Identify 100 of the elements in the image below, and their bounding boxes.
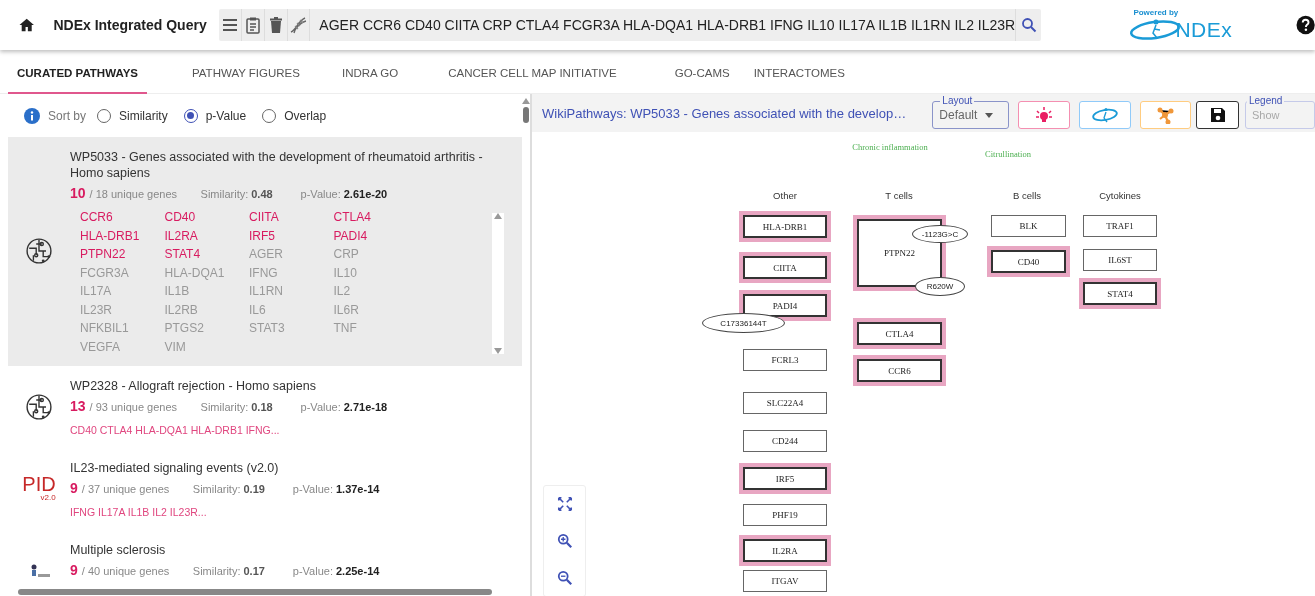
zoom-out-button[interactable]	[556, 569, 573, 586]
gene-name: NFKBIL1	[80, 321, 130, 335]
circuit-globe-icon	[25, 392, 53, 421]
similarity-label: Similarity:	[200, 188, 249, 200]
result-item[interactable]: Multiple sclerosis 9 / 40 unique genes Similarity: 0.17 p-Value: 2.25e-14	[8, 529, 522, 589]
sort-radio[interactable]: Overlap	[262, 108, 327, 123]
similarity-value: 0.19	[243, 482, 265, 495]
gene-total: / 93 unique genes	[89, 400, 179, 413]
sort-radio[interactable]: p-Value	[183, 108, 247, 123]
bulb-icon	[1035, 106, 1054, 124]
clipboard-icon	[244, 16, 262, 34]
info-icon[interactable]	[24, 107, 40, 124]
p-value: 2.71e-18	[343, 400, 388, 413]
result-item[interactable]: PID v2.0 IL23-mediated signaling events (v2.0) 9 / 37 unique genes Similarity: 0.19 p-Value: 1.37e-14 IFNG IL17A IL1B IL2 IL23R...	[8, 447, 522, 530]
sort-radio[interactable]: Similarity	[97, 108, 168, 123]
tab[interactable]: CURATED PATHWAYS	[8, 53, 147, 94]
gene-node[interactable]: FCRL3	[743, 349, 827, 371]
tab[interactable]: INTERACTOMES	[744, 53, 854, 94]
matched-count: 9	[70, 479, 78, 496]
search-icon	[1020, 17, 1037, 33]
gene-name: IFNG	[249, 265, 279, 280]
p-value-label: p-Value:	[300, 188, 341, 200]
gene-node[interactable]: BLK	[991, 215, 1066, 237]
gene-summary: CD40 CTLA4 HLA-DQA1 HLA-DRB1 IFNG...	[70, 423, 281, 436]
similarity-value: 0.48	[251, 188, 273, 200]
gene-name: IL2RA	[164, 228, 199, 243]
gene-name: CD40	[164, 210, 197, 224]
tab[interactable]: GO-CAMS	[665, 53, 739, 94]
fit-button[interactable]	[556, 496, 573, 513]
app-title: NDEx Integrated Query	[53, 17, 208, 33]
variant-label[interactable]: C17336144T	[702, 313, 785, 333]
variant-label[interactable]: R620W	[915, 277, 965, 296]
gene-name: CIITA	[249, 210, 280, 224]
annotation-label: Citrullination	[984, 149, 1032, 159]
result-item[interactable]: WP2328 - Allograft rejection - Homo sapiens 13 / 93 unique genes Similarity: 0.18 p-Value: 2.71e-18 CD40 CTLA4 HLA-DQA1 HLA-DRB1 IFNG...	[8, 365, 522, 448]
save-icon	[1208, 106, 1227, 124]
annotation-label: Chronic inflammation	[852, 142, 928, 152]
menu-icon	[221, 16, 240, 34]
gene-name: IL23R	[80, 302, 114, 317]
zoom-out-icon	[556, 569, 573, 586]
network-graph-icon	[1156, 106, 1175, 124]
gene-name: IL17A	[80, 284, 113, 298]
similarity-label: Similarity:	[192, 564, 241, 577]
tab[interactable]: INDRA GO	[332, 53, 408, 94]
gene-name: VEGFA	[80, 339, 121, 354]
p-value: 1.37e-14	[335, 482, 380, 495]
selected-result-card[interactable]	[8, 137, 522, 366]
gene-name: PADI4	[333, 228, 369, 243]
down-arrow-icon	[494, 347, 502, 354]
p-value-label: p-Value:	[300, 400, 341, 413]
group-label: Other	[773, 190, 797, 201]
highlight-button[interactable]	[1018, 101, 1070, 129]
expand-arrows-icon	[556, 496, 573, 513]
gene-name: IL10	[333, 265, 358, 280]
gene-name: CCR6	[80, 210, 114, 224]
field-label: Legend	[1247, 95, 1285, 107]
gene-node[interactable]: PHF19	[743, 504, 827, 526]
gene-name: TNF	[333, 321, 358, 335]
p-value-label: p-Value:	[292, 482, 333, 495]
gene-node[interactable]: SLC22A4	[743, 392, 827, 414]
gene-node[interactable]: IL6ST	[1083, 249, 1157, 271]
gene-name: IL6	[249, 302, 267, 317]
zoom-in-button[interactable]	[556, 533, 573, 549]
gene-summary: IFNG IL17A IL1B IL2 IL23R...	[70, 505, 208, 518]
group-label: Cytokines	[1099, 190, 1141, 201]
tab[interactable]: PATHWAY FIGURES	[183, 53, 309, 94]
save-button[interactable]	[1196, 101, 1239, 129]
gene-name: IL1B	[164, 284, 191, 298]
gene-name: STAT4	[164, 247, 202, 261]
sort-label: Sort by	[48, 108, 86, 123]
scrollbar-thumb[interactable]	[523, 107, 529, 123]
open-network-button[interactable]	[1078, 101, 1131, 129]
gene-scrollbar[interactable]	[492, 213, 504, 354]
gene-node[interactable]: TRAF1	[1083, 215, 1157, 237]
dna-icon	[289, 16, 308, 34]
home-icon[interactable]	[19, 17, 35, 33]
variant-label[interactable]: -1123G>C	[912, 225, 968, 243]
gene-name: STAT3	[249, 321, 286, 335]
help-icon[interactable]	[1295, 15, 1315, 35]
pathway-title: WP2328 - Allograft rejection - Homo sapiens	[70, 377, 317, 394]
gene-name: IRF5	[249, 228, 276, 243]
gene-name: PTGS2	[164, 321, 205, 335]
gene-total: / 40 unique genes	[81, 564, 171, 577]
gene-name: PTPN22	[80, 247, 127, 261]
gene-name: IL1RN	[249, 284, 284, 298]
field-label: Layout	[940, 95, 975, 107]
pathway-title: Multiple sclerosis	[70, 541, 167, 558]
network-title[interactable]: WikiPathways: WP5033 - Genes associated with the develop…	[542, 105, 933, 121]
logo-text: NDEx	[1175, 17, 1233, 42]
tab[interactable]: CANCER CELL MAP INITIATIVE	[439, 53, 626, 94]
group-label: B cells	[1013, 190, 1041, 201]
gene-node[interactable]: CD244	[743, 430, 827, 452]
p-value: 2.25e-14	[335, 564, 380, 577]
gene-node[interactable]: ITGAV	[743, 570, 827, 592]
matched-count: 10	[70, 185, 86, 201]
gene-name: CTLA4	[333, 210, 372, 224]
similarity-value: 0.17	[243, 564, 265, 577]
zoom-in-icon	[556, 533, 573, 549]
horizontal-scrollbar[interactable]	[18, 589, 492, 595]
gene-name: FCGR3A	[80, 265, 130, 280]
